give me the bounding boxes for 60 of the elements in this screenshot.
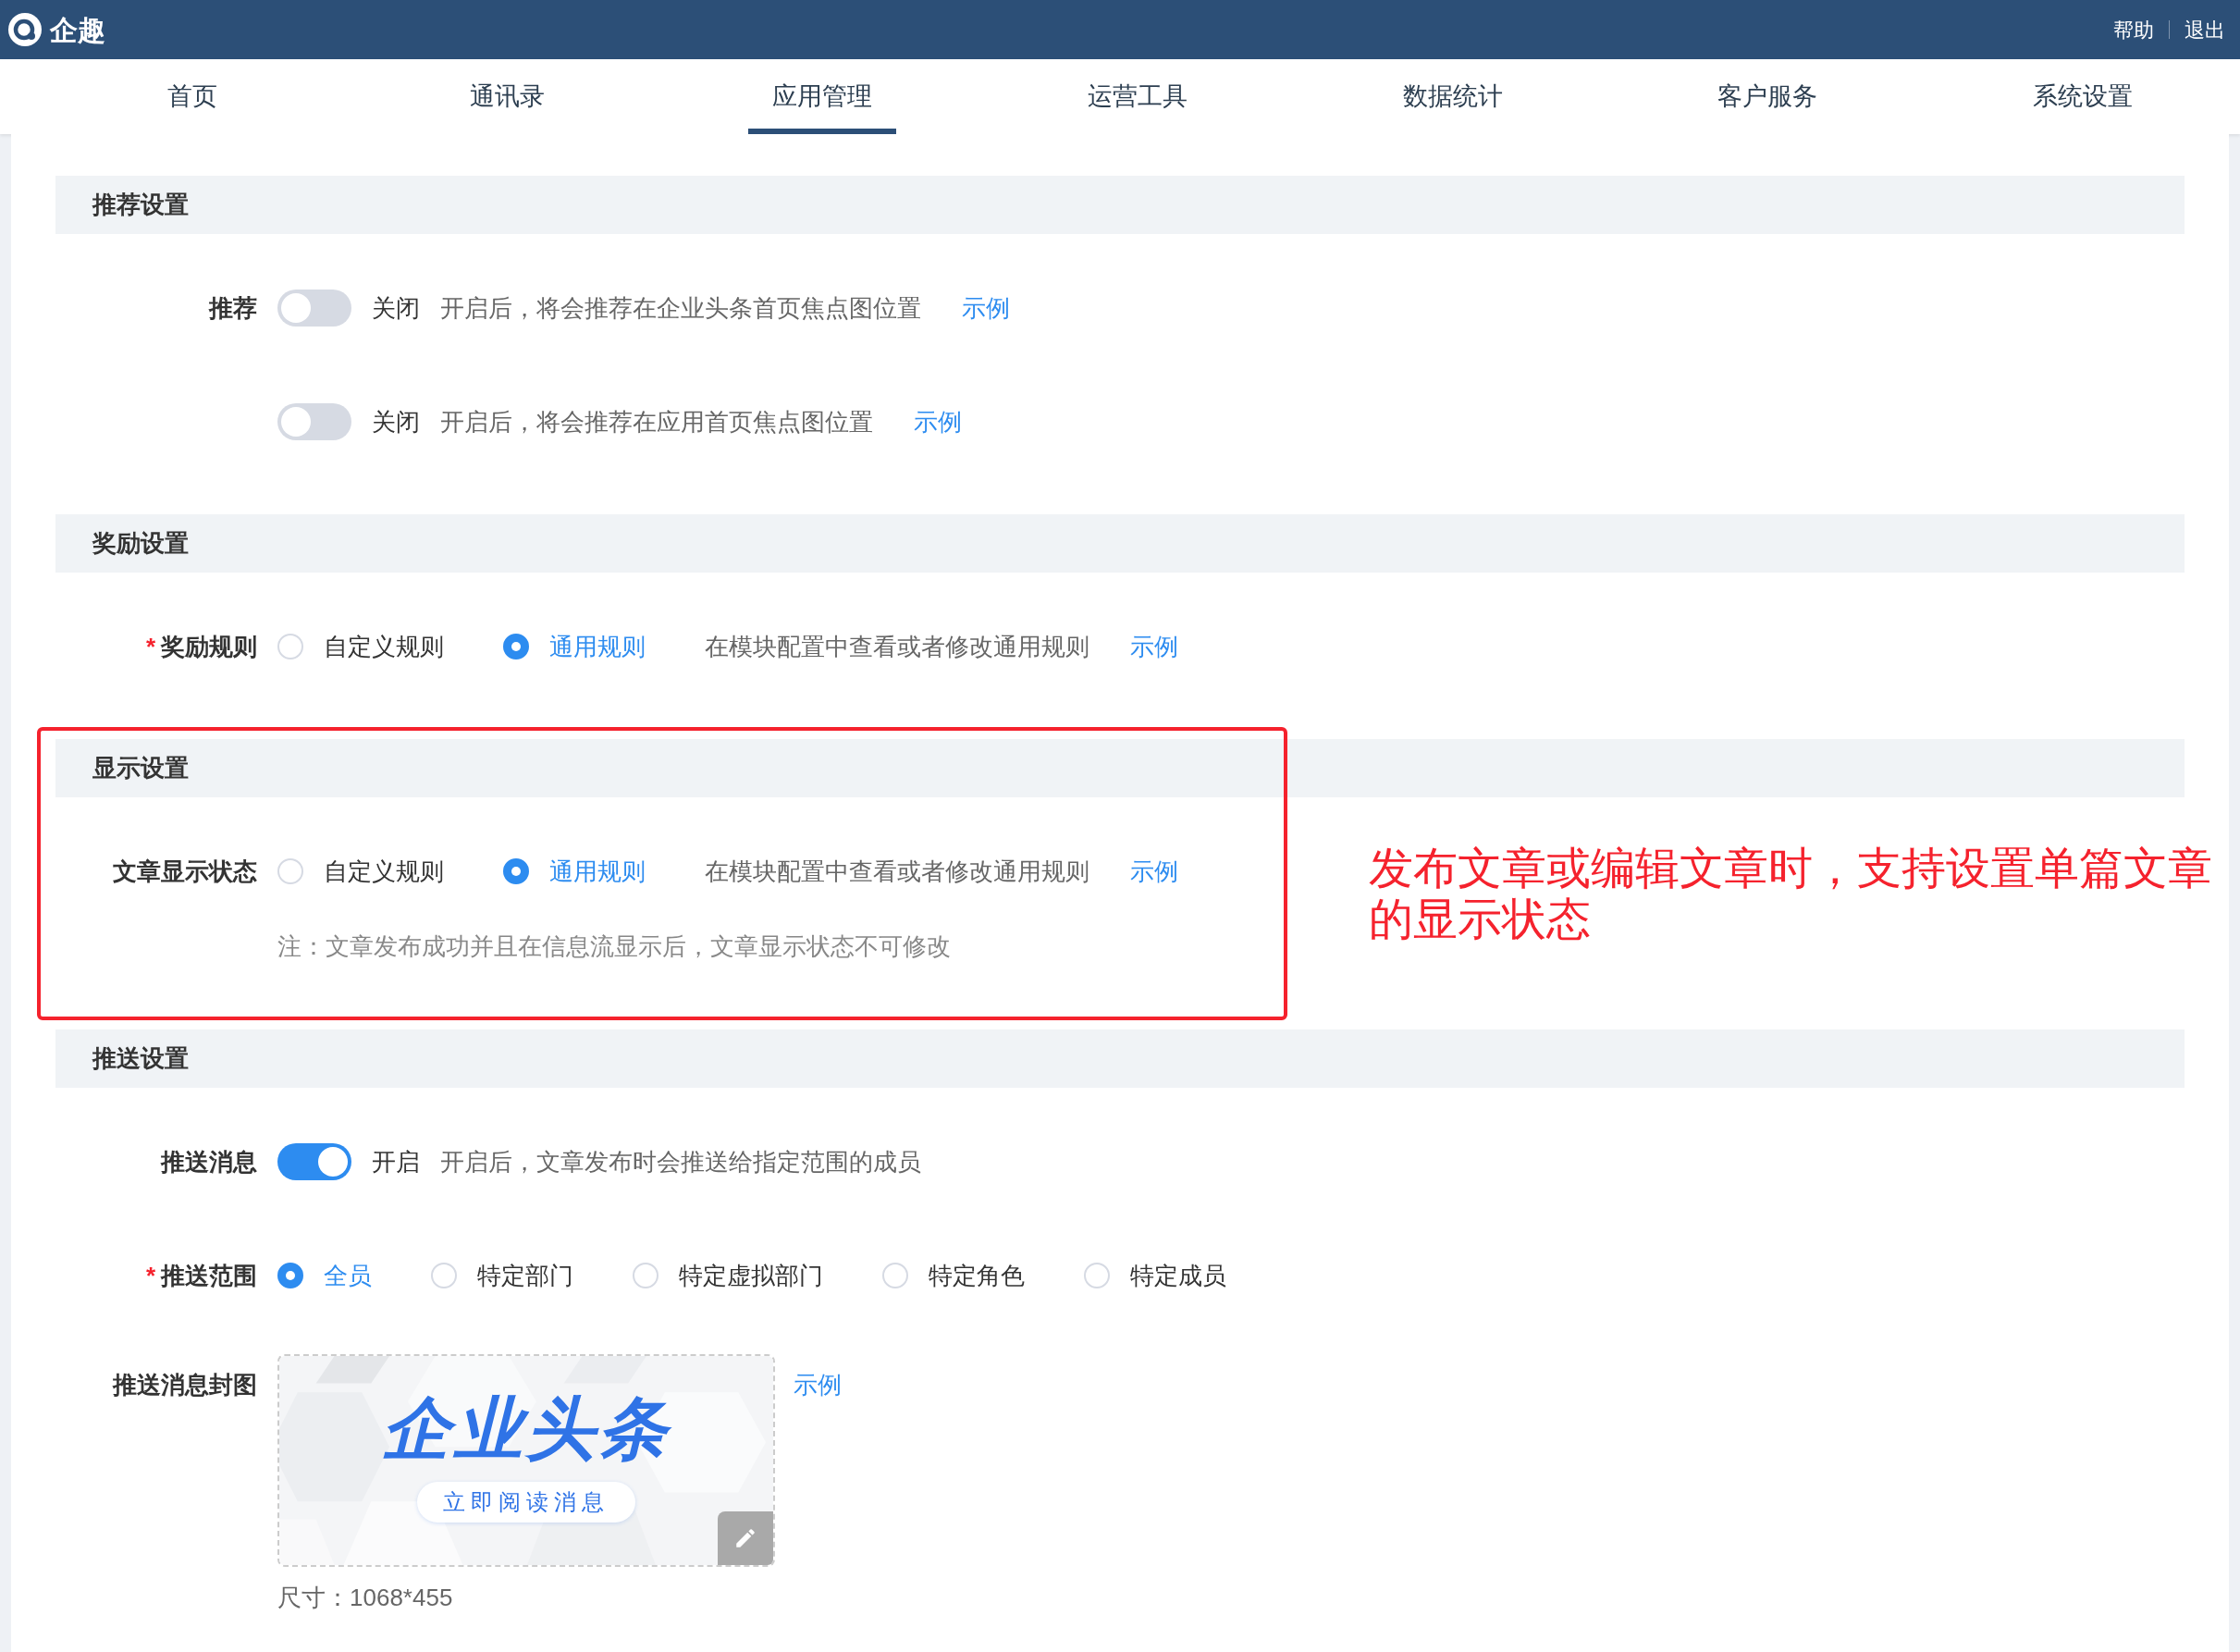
field-description: 开启后，文章发布时会推送给指定范围的成员 (440, 1146, 921, 1177)
field-label: 文章显示状态 (112, 856, 257, 887)
nav-tab[interactable]: 首页 (35, 59, 351, 134)
radio-label: 通用规则 (549, 856, 646, 887)
radio-option[interactable]: 特定成员 (1084, 1257, 1226, 1294)
field-label: 推送范围 (161, 1260, 257, 1291)
nav-tab[interactable]: 数据统计 (1295, 59, 1610, 134)
section-header: 推荐设置 (55, 176, 2185, 234)
radio-option[interactable]: 特定部门 (431, 1257, 573, 1294)
cover-title: 企业头条 (381, 1395, 673, 1463)
radio-label: 全员 (324, 1260, 372, 1291)
radio-button[interactable] (503, 858, 529, 884)
nav-tab[interactable]: 运营工具 (979, 59, 1296, 134)
field-description: 开启后，将会推荐在企业头条首页焦点图位置 (440, 292, 921, 324)
section-header: 显示设置 (55, 739, 2185, 797)
header-link[interactable]: 帮助 (2113, 14, 2154, 45)
radio-label: 通用规则 (549, 631, 646, 662)
nav-tab[interactable]: 系统设置 (1925, 59, 2240, 134)
cover-read-button: 立即阅读消息 (417, 1482, 635, 1523)
nav-tab[interactable]: 通讯录 (350, 59, 666, 134)
nav-tab[interactable]: 应用管理 (665, 59, 980, 134)
toggle-switch[interactable] (277, 290, 351, 327)
radio-option[interactable]: 自定义规则 (277, 628, 444, 665)
required-mark: * (145, 631, 155, 662)
cover-image-upload[interactable]: 企业头条 立即阅读消息 (277, 1354, 775, 1567)
radio-label: 特定部门 (477, 1260, 573, 1291)
app-name: 企趣 (50, 13, 105, 47)
radio-option[interactable]: 自定义规则 (277, 853, 444, 890)
radio-button[interactable] (503, 634, 529, 660)
radio-option[interactable]: 特定虚拟部门 (633, 1257, 823, 1294)
field-label: 推送消息 (159, 1146, 257, 1177)
radio-label: 自定义规则 (324, 631, 444, 662)
radio-label: 特定角色 (929, 1260, 1025, 1291)
field-description: 开启后，将会推荐在应用首页焦点图位置 (440, 406, 873, 438)
section-header: 奖励设置 (55, 514, 2185, 573)
section-header: 推送设置 (55, 1029, 2185, 1088)
field-label: 推送消息封图 (111, 1370, 257, 1400)
radio-label: 自定义规则 (324, 856, 444, 887)
annotation-text: 发布文章或编辑文章时，支持设置单篇文章的显示状态 (1369, 843, 2213, 945)
radio-label: 特定虚拟部门 (679, 1260, 823, 1291)
size-hint: 尺寸：1068*455 (277, 1583, 454, 1613)
toggle-state: 关闭 (372, 406, 420, 438)
required-mark: * (145, 1260, 155, 1291)
nav-tab[interactable]: 客户服务 (1609, 59, 1926, 134)
note-text: 注：文章发布成功并且在信息流显示后，文章显示状态不可修改 (277, 931, 952, 962)
field-label: 推荐 (207, 292, 257, 324)
toggle-switch[interactable] (277, 1143, 351, 1180)
field-label: 奖励规则 (161, 631, 257, 662)
field-description: 在模块配置中查看或者修改通用规则 (705, 856, 1089, 887)
toggle-state: 关闭 (372, 292, 420, 324)
radio-option[interactable]: 特定角色 (882, 1257, 1025, 1294)
radio-label: 特定成员 (1130, 1260, 1226, 1291)
pencil-icon (733, 1526, 757, 1550)
toggle-state: 开启 (372, 1146, 420, 1177)
field-description: 在模块配置中查看或者修改通用规则 (705, 631, 1089, 662)
logo-icon (7, 12, 43, 47)
toggle-switch[interactable] (277, 403, 351, 440)
edit-button[interactable] (718, 1511, 773, 1565)
radio-button[interactable] (277, 1263, 303, 1288)
header-link[interactable]: 退出 (2185, 14, 2225, 45)
